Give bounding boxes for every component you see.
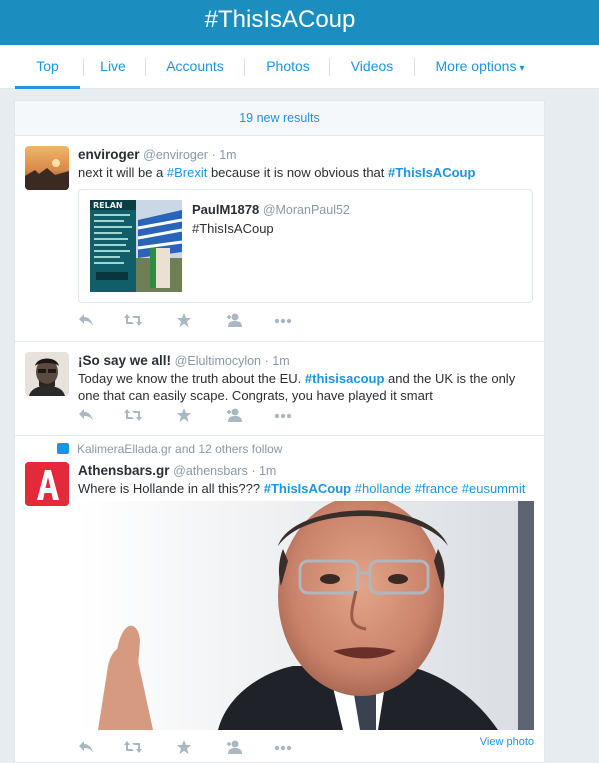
reply-icon[interactable] [78,313,98,329]
retweet-icon[interactable] [124,408,144,424]
tweet-text: next it will be a #Brexit because it is … [78,164,538,181]
display-name[interactable]: Athensbars.gr [78,463,170,478]
quoted-tweet-header: PaulM1878 @MoranPaul52 [192,202,350,217]
reply-icon[interactable] [78,408,98,424]
display-name[interactable]: ¡So say we all! [78,353,171,368]
tab-divider [244,58,245,76]
tab-photos[interactable]: Photos [252,45,324,89]
tweet-header: Athensbars.gr @athensbars · 1m [78,463,276,478]
tweet-header: ¡So say we all! @Elultimocylon · 1m [78,353,290,368]
more-icon[interactable] [274,408,294,424]
hashtag-link[interactable]: #hollande [355,481,411,496]
timestamp[interactable]: · 1m [265,354,290,368]
hashtag-link[interactable]: #thisisacoup [305,371,384,386]
follow-icon[interactable] [226,313,246,329]
quoted-user-handle[interactable]: @MoranPaul52 [263,203,350,217]
social-context-text[interactable]: KalimeraEllada.gr and 12 others follow [77,442,282,456]
more-options-label: More options [435,58,517,74]
person-icon [57,443,69,454]
tweet-text: Where is Hollande in all this??? #ThisIs… [78,480,538,497]
tab-live[interactable]: Live [88,45,138,89]
tab-divider [145,58,146,76]
follow-icon[interactable] [226,408,246,424]
display-name[interactable]: enviroger [78,147,140,162]
hashtag-link[interactable]: #france [415,481,458,496]
top-bar: #ThisIsACoup [0,0,599,45]
quoted-tweet-image: RELAN [90,200,182,292]
timestamp[interactable]: · 1m [251,464,276,478]
user-handle[interactable]: @enviroger [143,148,208,162]
star-icon[interactable] [177,408,197,424]
tweet-photo[interactable] [78,501,534,730]
avatar[interactable] [25,146,69,190]
tab-top[interactable]: Top [15,45,80,89]
chevron-down-icon: ▾ [519,63,525,74]
hashtag-link[interactable]: #eusummit [462,481,526,496]
tweet-header: enviroger @enviroger · 1m [78,147,237,162]
tweet-stream: 19 new results enviroger @enviroger · 1m… [14,100,545,763]
hashtag-link[interactable]: #ThisIsACoup [264,481,351,496]
quoted-tweet-text: #ThisIsACoup [192,221,274,236]
user-handle[interactable]: @athensbars [173,464,248,478]
svg-text:RELAN: RELAN [93,201,123,210]
avatar[interactable] [25,462,69,506]
retweet-icon[interactable] [124,740,144,756]
tab-divider [329,58,330,76]
tweet[interactable]: ¡So say we all! @Elultimocylon · 1m Toda… [15,342,544,436]
search-tabs: Top Live Accounts Photos Videos More opt… [0,45,599,89]
avatar[interactable] [25,352,69,396]
more-icon[interactable] [274,740,294,756]
star-icon[interactable] [177,313,197,329]
hashtag-link[interactable]: #Brexit [167,165,207,180]
tab-divider [83,58,84,76]
tab-accounts[interactable]: Accounts [152,45,238,89]
page-title: #ThisIsACoup [204,6,356,33]
user-handle[interactable]: @Elultimocylon [175,354,261,368]
tweet-text: Today we know the truth about the EU. #t… [78,370,538,404]
follow-icon[interactable] [226,740,246,756]
tweet[interactable]: KalimeraEllada.gr and 12 others follow A… [15,436,544,762]
timestamp[interactable]: · 1m [212,148,237,162]
retweet-icon[interactable] [124,313,144,329]
tab-more-options[interactable]: More options ▾ [425,45,535,89]
text-segment: next it will be a [78,165,167,180]
tab-divider [414,58,415,76]
text-segment: because it is now obvious that [207,165,389,180]
text-segment: Today we know the truth about the EU. [78,371,305,386]
view-photo-link[interactable]: View photo [480,736,534,748]
star-icon[interactable] [177,740,197,756]
quoted-display-name[interactable]: PaulM1878 [192,202,259,217]
tab-videos[interactable]: Videos [337,45,407,89]
hashtag-link[interactable]: #ThisIsACoup [388,165,475,180]
reply-icon[interactable] [78,740,98,756]
text-segment: Where is Hollande in all this??? [78,481,264,496]
quoted-tweet[interactable]: RELAN PaulM1878 @MoranPaul52 #ThisIsACou… [78,189,533,303]
more-icon[interactable] [274,313,294,329]
social-context: KalimeraEllada.gr and 12 others follow [57,442,282,456]
new-results-bar[interactable]: 19 new results [15,101,544,136]
tweet[interactable]: enviroger @enviroger · 1m next it will b… [15,136,544,342]
